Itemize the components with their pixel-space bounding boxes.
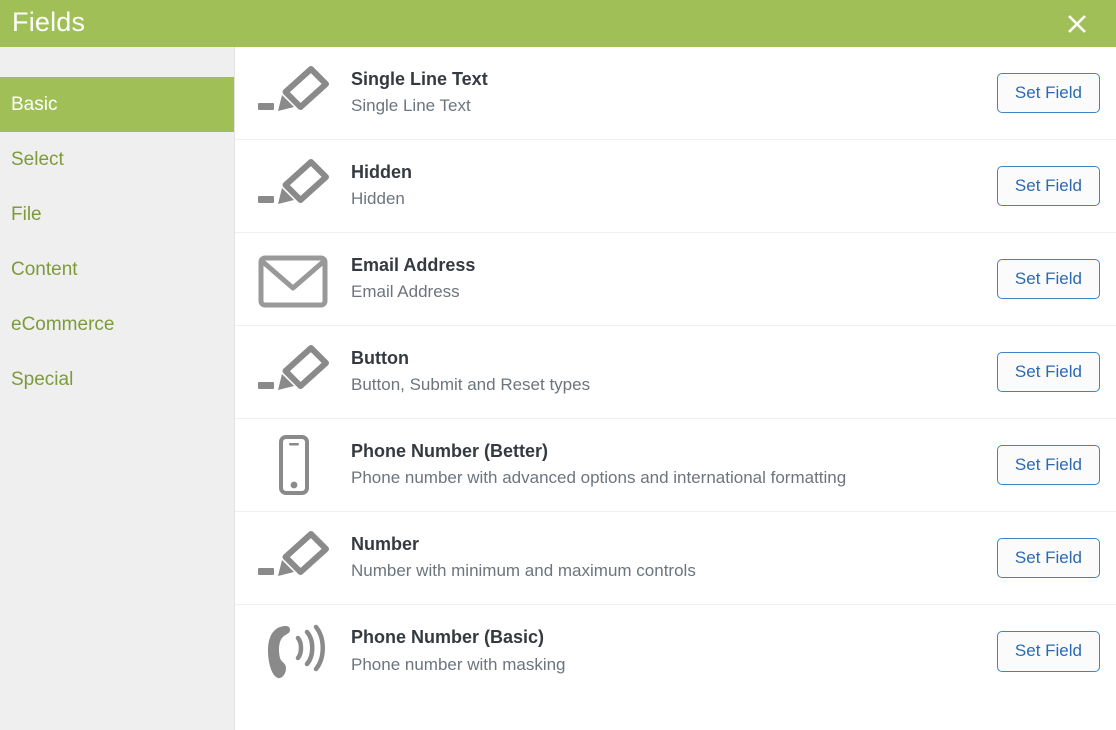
field-title: Email Address	[351, 254, 476, 275]
field-title: Hidden	[351, 161, 412, 182]
modal-header: Fields	[0, 0, 1116, 47]
set-field-button[interactable]: Set Field	[996, 72, 1100, 114]
sidebar-item-file[interactable]: File	[0, 187, 234, 242]
field-description: Hidden	[351, 189, 405, 209]
field-title: Phone Number (Better)	[351, 440, 549, 461]
field-row[interactable]: Phone Number (Better) Phone number with …	[235, 419, 1116, 512]
sidebar-item-ecommerce[interactable]: eCommerce	[0, 297, 234, 352]
field-action: Set Field	[996, 631, 1100, 672]
field-action: Set Field	[996, 351, 1100, 393]
field-row[interactable]: Phone Number (Basic) Phone number with m…	[235, 605, 1116, 698]
field-action: Set Field	[996, 72, 1100, 114]
field-row[interactable]: Button Button, Submit and Reset types Se…	[235, 326, 1116, 419]
field-title: Phone Number (Basic)	[351, 627, 545, 648]
field-text: Button Button, Submit and Reset types	[351, 347, 997, 398]
sidebar-item-select[interactable]: Select	[0, 132, 234, 187]
sidebar-item-label: Special	[11, 368, 74, 390]
sidebar-item-label: Content	[11, 258, 78, 280]
field-description: Email Address	[351, 282, 460, 302]
set-field-button[interactable]: Set Field	[996, 537, 1100, 579]
set-field-button[interactable]: Set Field	[996, 165, 1100, 207]
fields-modal: Fields Basic Select File Content eCommer…	[0, 0, 1116, 730]
field-text: Single Line Text Single Line Text	[351, 68, 997, 119]
field-description: Phone number with advanced options and i…	[351, 468, 847, 488]
field-title: Number	[351, 533, 420, 554]
pencil-icon	[235, 158, 351, 214]
field-text: Phone Number (Better) Phone number with …	[351, 440, 997, 491]
field-list: Single Line Text Single Line Text Set Fi…	[235, 47, 1116, 730]
sidebar-item-content[interactable]: Content	[0, 242, 234, 297]
field-title: Button	[351, 347, 409, 368]
page-title: Fields	[12, 7, 86, 37]
field-description: Phone number with masking	[351, 654, 566, 674]
pencil-icon	[235, 530, 351, 586]
sidebar-item-basic[interactable]: Basic	[0, 77, 234, 132]
field-text: Number Number with minimum and maximum c…	[351, 533, 997, 584]
field-text: Phone Number (Basic) Phone number with m…	[351, 626, 997, 677]
field-description: Single Line Text	[351, 96, 471, 116]
set-field-button[interactable]: Set Field	[996, 631, 1100, 672]
field-action: Set Field	[996, 444, 1100, 486]
phone-ringing-icon	[235, 620, 351, 684]
sidebar-item-label: File	[11, 203, 42, 225]
field-row[interactable]: Hidden Hidden Set Field	[235, 140, 1116, 233]
field-action: Set Field	[996, 258, 1100, 300]
mobile-phone-icon	[235, 433, 351, 497]
sidebar-item-label: Basic	[11, 93, 58, 115]
set-field-button[interactable]: Set Field	[996, 444, 1100, 486]
field-action: Set Field	[996, 537, 1100, 579]
modal-body: Basic Select File Content eCommerce Spec…	[0, 47, 1116, 730]
field-action: Set Field	[996, 165, 1100, 207]
close-button[interactable]	[1060, 7, 1094, 41]
sidebar-item-label: eCommerce	[11, 313, 115, 335]
field-row[interactable]: Email Address Email Address Set Field	[235, 233, 1116, 326]
field-text: Hidden Hidden	[351, 161, 997, 212]
field-title: Single Line Text	[351, 68, 488, 89]
pencil-icon	[235, 344, 351, 400]
envelope-icon	[235, 250, 351, 308]
sidebar: Basic Select File Content eCommerce Spec…	[0, 47, 235, 730]
field-text: Email Address Email Address	[351, 254, 997, 305]
set-field-button[interactable]: Set Field	[996, 258, 1100, 300]
sidebar-item-special[interactable]: Special	[0, 352, 234, 407]
field-description: Number with minimum and maximum controls	[351, 561, 696, 581]
set-field-button[interactable]: Set Field	[996, 351, 1100, 393]
field-description: Button, Submit and Reset types	[351, 375, 591, 395]
field-row[interactable]: Number Number with minimum and maximum c…	[235, 512, 1116, 605]
pencil-icon	[235, 65, 351, 121]
field-row[interactable]: Single Line Text Single Line Text Set Fi…	[235, 47, 1116, 140]
close-icon	[1066, 13, 1088, 35]
sidebar-item-label: Select	[11, 148, 64, 170]
